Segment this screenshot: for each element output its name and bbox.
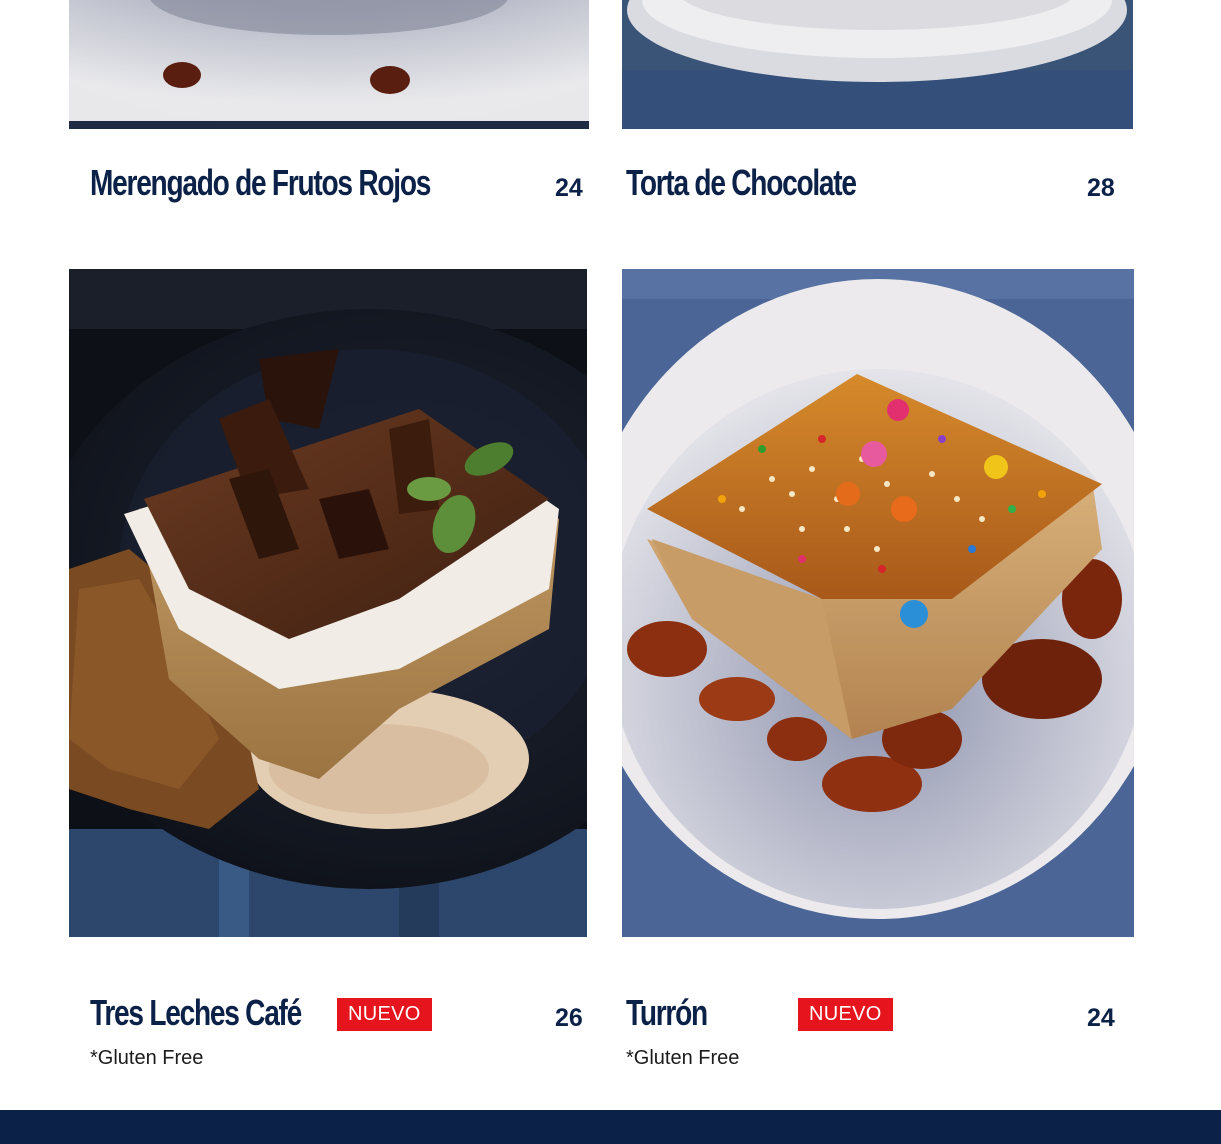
- gluten-free-note-tres-leches: *Gluten Free: [90, 1047, 204, 1069]
- tres-leches-photo[interactable]: [69, 269, 587, 937]
- new-badge-turron: NUEVO: [798, 998, 893, 1031]
- dish-name-merengado: Merengado de Frutos Rojos: [90, 162, 431, 203]
- price-torta-chocolate: 28: [1087, 174, 1115, 202]
- price-merengado: 24: [555, 174, 583, 202]
- torta-chocolate-photo[interactable]: [622, 0, 1133, 129]
- price-tres-leches: 26: [555, 1004, 583, 1032]
- dessert-menu-page: Merengado de Frutos Rojos 24 Torta de Ch…: [0, 0, 1221, 1144]
- dish-name-torta-chocolate: Torta de Chocolate: [626, 162, 857, 203]
- dish-name-turron: Turrón: [626, 992, 708, 1033]
- gluten-free-note-turron: *Gluten Free: [626, 1047, 740, 1069]
- turron-photo[interactable]: [622, 269, 1134, 937]
- new-badge-tres-leches: NUEVO: [337, 998, 432, 1031]
- price-turron: 24: [1087, 1004, 1115, 1032]
- dish-name-tres-leches: Tres Leches Café: [90, 992, 302, 1033]
- footer-band: [0, 1110, 1221, 1144]
- merengado-photo[interactable]: [69, 0, 589, 129]
